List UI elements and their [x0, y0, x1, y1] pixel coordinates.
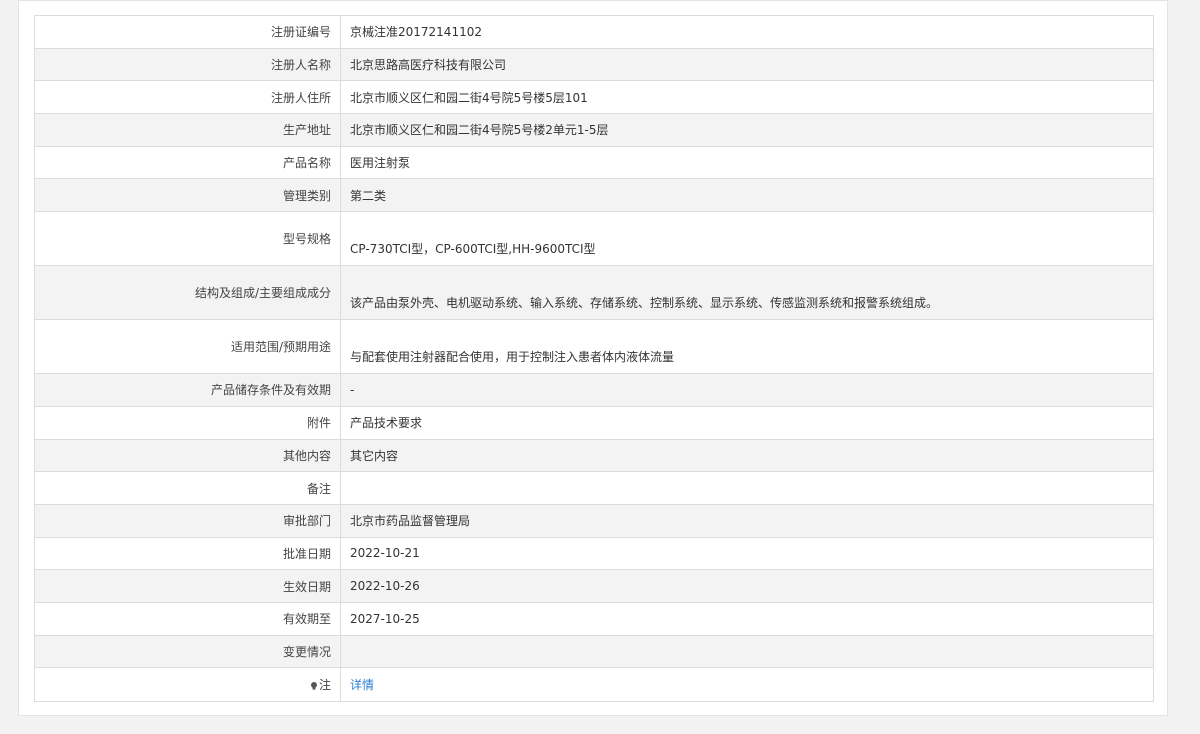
note-label-cell: 注	[34, 667, 341, 703]
table-row: 注册人名称 北京思路高医疗科技有限公司	[34, 47, 1154, 82]
table-row: 产品名称 医用注射泵	[34, 145, 1154, 180]
row-label-product-name: 产品名称	[34, 145, 341, 180]
table-row: 型号规格 CP-730TCI型，CP-600TCI型,HH-9600TCI型	[34, 211, 1154, 267]
row-label-structure-composition: 结构及组成/主要组成成分	[34, 265, 341, 321]
row-label-model-spec: 型号规格	[34, 211, 341, 267]
table-row: 变更情况	[34, 634, 1154, 669]
registration-details-table: 注册证编号 京械注准20172141102 注册人名称 北京思路高医疗科技有限公…	[34, 15, 1154, 703]
details-link[interactable]: 详情	[350, 678, 374, 692]
table-row: 审批部门 北京市药品监督管理局	[34, 503, 1154, 538]
table-row: 有效期至 2027-10-25	[34, 601, 1154, 636]
row-value-effective-date: 2022-10-26	[340, 569, 1154, 603]
row-value-model-spec: CP-730TCI型，CP-600TCI型,HH-9600TCI型	[340, 211, 1154, 267]
row-label-storage-validity: 产品储存条件及有效期	[34, 373, 341, 407]
row-label-registration-number: 注册证编号	[34, 15, 341, 49]
row-value-production-address: 北京市顺义区仁和园二街4号院5号楼2单元1-5层	[340, 113, 1154, 147]
table-row: 批准日期 2022-10-21	[34, 536, 1154, 571]
row-value-management-category: 第二类	[340, 178, 1154, 213]
row-label-intended-use: 适用范围/预期用途	[34, 319, 341, 375]
row-value-approval-department: 北京市药品监督管理局	[340, 503, 1154, 538]
table-row: 其他内容 其它内容	[34, 438, 1154, 473]
table-row: 注册证编号 京械注准20172141102	[34, 15, 1154, 49]
row-label-change-status: 变更情况	[34, 634, 341, 669]
row-value-product-name: 医用注射泵	[340, 145, 1154, 180]
row-label-registrant-name: 注册人名称	[34, 47, 341, 82]
row-value-other-content: 其它内容	[340, 438, 1154, 473]
table-row: 备注	[34, 471, 1154, 505]
note-value-cell: 详情	[340, 667, 1154, 703]
row-value-attachment: 产品技术要求	[340, 405, 1154, 440]
table-row-note: 注 详情	[34, 667, 1154, 703]
row-value-change-status	[340, 634, 1154, 669]
row-label-registrant-address: 注册人住所	[34, 80, 341, 115]
row-value-approval-date: 2022-10-21	[340, 536, 1154, 571]
row-label-approval-department: 审批部门	[34, 503, 341, 538]
row-label-production-address: 生产地址	[34, 113, 341, 147]
table-row: 注册人住所 北京市顺义区仁和园二街4号院5号楼5层101	[34, 80, 1154, 115]
lightbulb-icon	[310, 682, 317, 690]
row-value-structure-composition: 该产品由泵外壳、电机驱动系统、输入系统、存储系统、控制系统、显示系统、传感监测系…	[340, 265, 1154, 321]
table-row: 生效日期 2022-10-26	[34, 569, 1154, 603]
record-panel: 注册证编号 京械注准20172141102 注册人名称 北京思路高医疗科技有限公…	[18, 0, 1168, 716]
table-row: 产品储存条件及有效期 -	[34, 373, 1154, 407]
row-value-registration-number: 京械注准20172141102	[340, 15, 1154, 49]
row-label-approval-date: 批准日期	[34, 536, 341, 571]
row-value-intended-use: 与配套使用注射器配合使用，用于控制注入患者体内液体流量	[340, 319, 1154, 375]
row-value-valid-until: 2027-10-25	[340, 601, 1154, 636]
note-label: 注	[318, 678, 331, 693]
row-value-registrant-address: 北京市顺义区仁和园二街4号院5号楼5层101	[340, 80, 1154, 115]
row-value-storage-validity: -	[340, 373, 1154, 407]
row-label-other-content: 其他内容	[34, 438, 341, 473]
row-label-remarks: 备注	[34, 471, 341, 505]
row-label-attachment: 附件	[34, 405, 341, 440]
table-row: 附件 产品技术要求	[34, 405, 1154, 440]
table-row: 管理类别 第二类	[34, 178, 1154, 213]
row-value-remarks	[340, 471, 1154, 505]
row-label-effective-date: 生效日期	[34, 569, 341, 603]
table-row: 结构及组成/主要组成成分 该产品由泵外壳、电机驱动系统、输入系统、存储系统、控制…	[34, 265, 1154, 321]
row-value-registrant-name: 北京思路高医疗科技有限公司	[340, 47, 1154, 82]
row-label-valid-until: 有效期至	[34, 601, 341, 636]
row-label-management-category: 管理类别	[34, 178, 341, 213]
table-row: 生产地址 北京市顺义区仁和园二街4号院5号楼2单元1-5层	[34, 113, 1154, 147]
table-row: 适用范围/预期用途 与配套使用注射器配合使用，用于控制注入患者体内液体流量	[34, 319, 1154, 375]
